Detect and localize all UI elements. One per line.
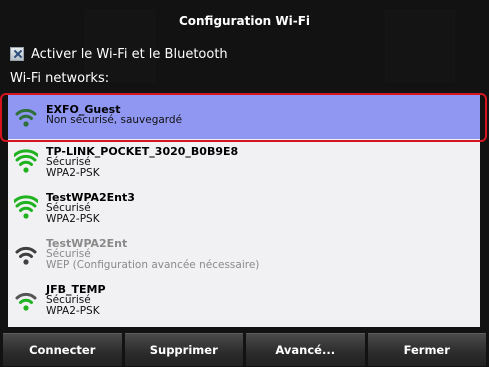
network-ssid: EXFO_Guest [46,103,121,116]
delete-button[interactable]: Supprimer [124,333,243,366]
network-ssid: JFB_TEMP [46,283,106,296]
network-item-testwpa2ent3[interactable]: TestWPA2Ent3 Sécurisé WPA2-PSK [8,185,480,231]
networks-section-label: Wi-Fi networks: [10,71,110,86]
network-encryption: WPA2-PSK [46,305,100,317]
network-ssid: TestWPA2Ent3 [46,191,135,204]
network-security: Sécurisé [46,202,91,214]
wifi-signal-icon [15,292,37,311]
wifi-config-dialog: Configuration Wi-Fi Activer le Wi-Fi et … [0,0,489,367]
network-ssid: TP-LINK_POCKET_3020_B0B9E8 [46,145,239,158]
checkbox-checked-icon[interactable] [10,47,24,61]
network-item-testwpa2ent[interactable]: TestWPA2Ent Sécurisé WEP (Configuration … [8,231,480,277]
network-encryption: WEP (Configuration avancée nécessaire) [46,259,260,271]
wifi-signal-icon [15,246,37,265]
enable-wifi-bt-label: Activer le Wi-Fi et le Bluetooth [31,46,228,62]
network-status: Non sécurisé, sauvegardé [46,114,183,126]
wifi-signal-icon [14,149,38,173]
network-list[interactable]: EXFO_Guest Non sécurisé, sauvegardé TP-L… [8,93,480,327]
button-bar: Connecter Supprimer Avancé... Fermer [0,333,489,367]
network-item-exfo-guest[interactable]: EXFO_Guest Non sécurisé, sauvegardé [8,93,480,139]
dialog-title: Configuration Wi-Fi [178,14,311,28]
network-ssid: TestWPA2Ent [46,237,128,250]
network-encryption: WPA2-PSK [46,213,100,225]
advanced-button[interactable]: Avancé... [246,333,365,366]
network-item-tp-link[interactable]: TP-LINK_POCKET_3020_B0B9E8 Sécurisé WPA2… [8,139,480,185]
network-encryption: WPA2-PSK [46,167,100,179]
wifi-signal-icon [15,108,37,127]
connect-button[interactable]: Connecter [3,333,122,366]
enable-wifi-bt-checkbox-row[interactable]: Activer le Wi-Fi et le Bluetooth [10,45,228,63]
wifi-signal-icon [14,195,38,219]
close-button[interactable]: Fermer [367,333,486,366]
network-security: Sécurisé [46,294,91,306]
network-item-jfb-temp[interactable]: JFB_TEMP Sécurisé WPA2-PSK [8,277,480,323]
network-security: Sécurisé [46,156,91,168]
